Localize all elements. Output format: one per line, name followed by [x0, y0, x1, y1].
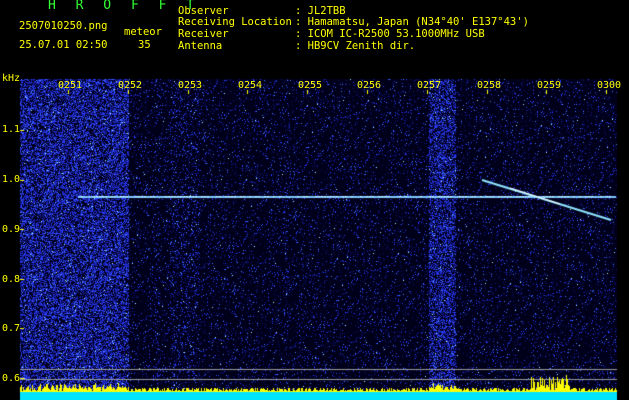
spectrogram-canvas: [0, 0, 629, 400]
time-tick: 0254: [238, 80, 263, 91]
time-tick: 0259: [537, 80, 562, 91]
y-axis-unit: kHz: [2, 73, 21, 84]
freq-tick: 0.7: [2, 323, 21, 334]
time-tick: 0251: [58, 80, 83, 91]
time-tick: 0252: [118, 80, 143, 91]
freq-tick: 1.1: [2, 124, 21, 135]
freq-tick: 0.9: [2, 224, 21, 235]
freq-tick: 0.6: [2, 373, 21, 384]
receiver-label: Receiver: [178, 28, 229, 40]
time-tick: 0255: [298, 80, 323, 91]
detection-count: 35: [138, 39, 151, 51]
receiver-value: : ICOM IC-R2500 53.1000MHz USB: [295, 28, 485, 40]
time-tick: 0256: [357, 80, 382, 91]
freq-tick: 1.0: [2, 174, 21, 185]
time-tick: 0300: [597, 80, 622, 91]
capture-timestamp: 25.07.01 02:50: [19, 39, 108, 51]
freq-tick: 0.8: [2, 274, 21, 285]
time-tick: 0253: [178, 80, 203, 91]
antenna-value: : HB9CV Zenith dir.: [295, 40, 416, 52]
image-filename: 2507010250.png: [19, 20, 108, 32]
detection-type-label: meteor: [124, 26, 162, 38]
antenna-label: Antenna: [178, 40, 223, 52]
time-tick: 0257: [417, 80, 442, 91]
time-tick: 0258: [477, 80, 502, 91]
location-label: Receiving Location: [178, 16, 292, 28]
location-value: : Hamamatsu, Japan (N34°40' E137°43'): [295, 16, 529, 28]
